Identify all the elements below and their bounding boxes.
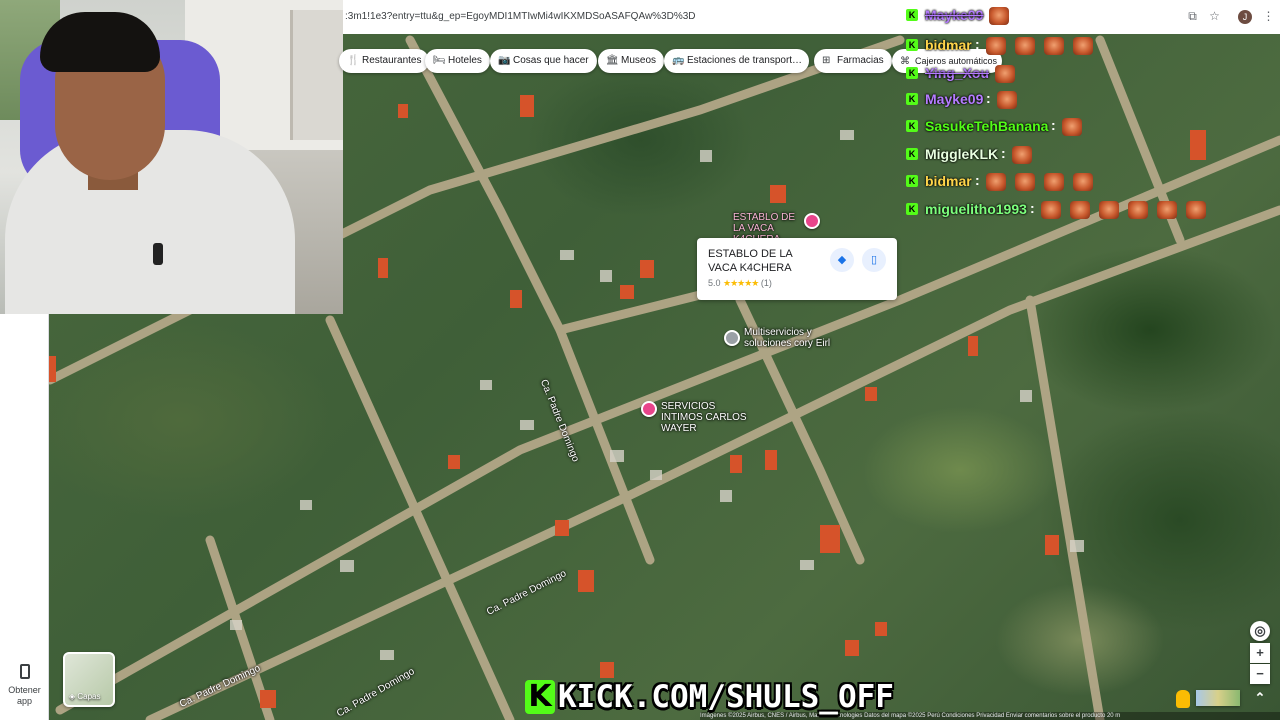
museum-icon: 🏛 [606,55,619,66]
kick-badge-icon: K [906,175,918,187]
emote-icon [1062,118,1082,136]
chat-username[interactable]: MiggleKLK [925,146,998,163]
kick-badge-icon: K [906,120,918,132]
maps-side-rail: Obtener app [0,314,49,720]
address-bar[interactable]: :3m1!1e3?entry=ttu&g_ep=EgoyMDI1MTIwMi4w… [343,0,904,34]
emote-icon [997,91,1017,109]
chip-farmacias[interactable]: ⊞ Farmacias [814,49,892,73]
establo-pin[interactable] [804,213,820,229]
chat-message: Kbidmar: [904,170,1280,193]
url-text: :3m1!1e3?entry=ttu&g_ep=EgoyMDI1MTIwMi4w… [345,11,696,22]
zoom-in-button[interactable]: + [1250,643,1270,663]
kick-badge-icon: K [906,93,918,105]
chat-message: K MiggleKLK: [904,143,1280,166]
chat-emotes [1012,146,1041,164]
chat-message: K Mayke09 [904,4,1280,27]
multiservicios-pin[interactable] [724,330,740,346]
banner-text: KICK.COM/SHULS_OFF [558,679,894,715]
save-bookmark-icon[interactable]: ▯ [862,248,886,272]
emote-icon [986,173,1006,191]
chat-emotes [986,173,1102,191]
servicios-pin[interactable] [641,401,657,417]
chat-emotes [989,7,1018,25]
chat-username[interactable]: Ying_Xou [925,65,989,82]
pegman-icon[interactable] [1176,690,1190,708]
kick-badge-icon: K [906,148,918,160]
place-rating: 5.0 ★★★★★ (1) [708,278,772,288]
chat-username[interactable]: miguelitho1993 [925,201,1027,218]
pharmacy-icon: ⊞ [822,55,831,66]
camera-icon: 📷 [498,55,511,66]
chat-emotes [1041,201,1215,219]
chip-museos[interactable]: 🏛 Museos [598,49,665,73]
screen: ESTABLO DE LA VACA K4CHERA Multiservicio… [0,0,1280,720]
emote-icon [1186,201,1206,219]
chat-message: K Ying_Xou [904,62,1280,85]
kick-badge-icon: K [906,203,918,215]
emote-icon [1044,37,1064,55]
kick-badge-icon: K [906,9,918,21]
chip-cosas-que-hacer[interactable]: 📷 Cosas que hacer [490,49,597,73]
servicios-map-label[interactable]: SERVICIOS INTIMOS CARLOS WAYER [661,401,753,434]
rating-stars: ★★★★★ [723,278,759,288]
bed-icon: 🛏 [433,55,446,66]
chat-emotes [1062,118,1091,136]
chat-message: K SasukeTehBanana: [904,115,1280,138]
chat-username[interactable]: Mayke09 [925,7,983,24]
chat-emotes [986,37,1102,55]
emote-icon [1015,173,1035,191]
emote-icon [1012,146,1032,164]
emote-icon [995,65,1015,83]
polo-logo [153,243,163,265]
chat-username[interactable]: Mayke09 [925,91,983,108]
chat-emotes [995,65,1024,83]
chip-hoteles[interactable]: 🛏 Hoteles [425,49,490,73]
get-app-label[interactable]: Obtener app [0,685,49,707]
emote-icon [1041,201,1061,219]
chat-username[interactable]: SasukeTehBanana [925,118,1048,135]
emote-icon [986,37,1006,55]
emote-icon [1073,173,1093,191]
kick-badge-icon: K [906,67,918,79]
chat-message: Kmiguelitho1993: [904,198,1280,221]
emote-icon [1044,173,1064,191]
chat-username[interactable]: bidmar [925,173,972,190]
chat-message: Kbidmar: [904,34,1280,57]
emote-icon [1099,201,1119,219]
phone-icon[interactable] [20,664,30,679]
zoom-out-button[interactable]: − [1250,664,1270,684]
kick-logo-icon: K [525,680,555,714]
emote-icon [1073,37,1093,55]
chip-restaurantes[interactable]: 🍴 Restaurantes [339,49,430,73]
emote-icon [1015,37,1035,55]
emote-icon [1157,201,1177,219]
emote-icon [989,7,1009,25]
place-card[interactable]: ESTABLO DE LA VACA K4CHERA 5.0 ★★★★★ (1)… [697,238,897,300]
kick-badge-icon: K [906,39,918,51]
layers-button[interactable]: ◈ Capas [63,652,115,707]
my-location-icon[interactable]: ◎ [1250,621,1270,641]
chat-message: K Mayke09: [904,88,1280,111]
place-name: ESTABLO DE LA VACA K4CHERA [708,248,793,274]
expand-icon[interactable]: ⌃ [1250,688,1270,708]
chat-emotes [997,91,1026,109]
fork-knife-icon: 🍴 [347,55,360,66]
layers-label: ◈ Capas [69,692,101,701]
directions-icon[interactable]: ◆ [830,248,854,272]
multiservicios-map-label[interactable]: Multiservicios y soluciones cory Eirl [744,327,834,349]
chip-estaciones[interactable]: 🚌 Estaciones de transport… [664,49,809,73]
chat-username[interactable]: bidmar [925,37,972,54]
imagery-strip[interactable] [1196,690,1240,706]
webcam-overlay [0,0,343,314]
emote-icon [1070,201,1090,219]
emote-icon [1128,201,1148,219]
bus-icon: 🚌 [672,55,685,66]
